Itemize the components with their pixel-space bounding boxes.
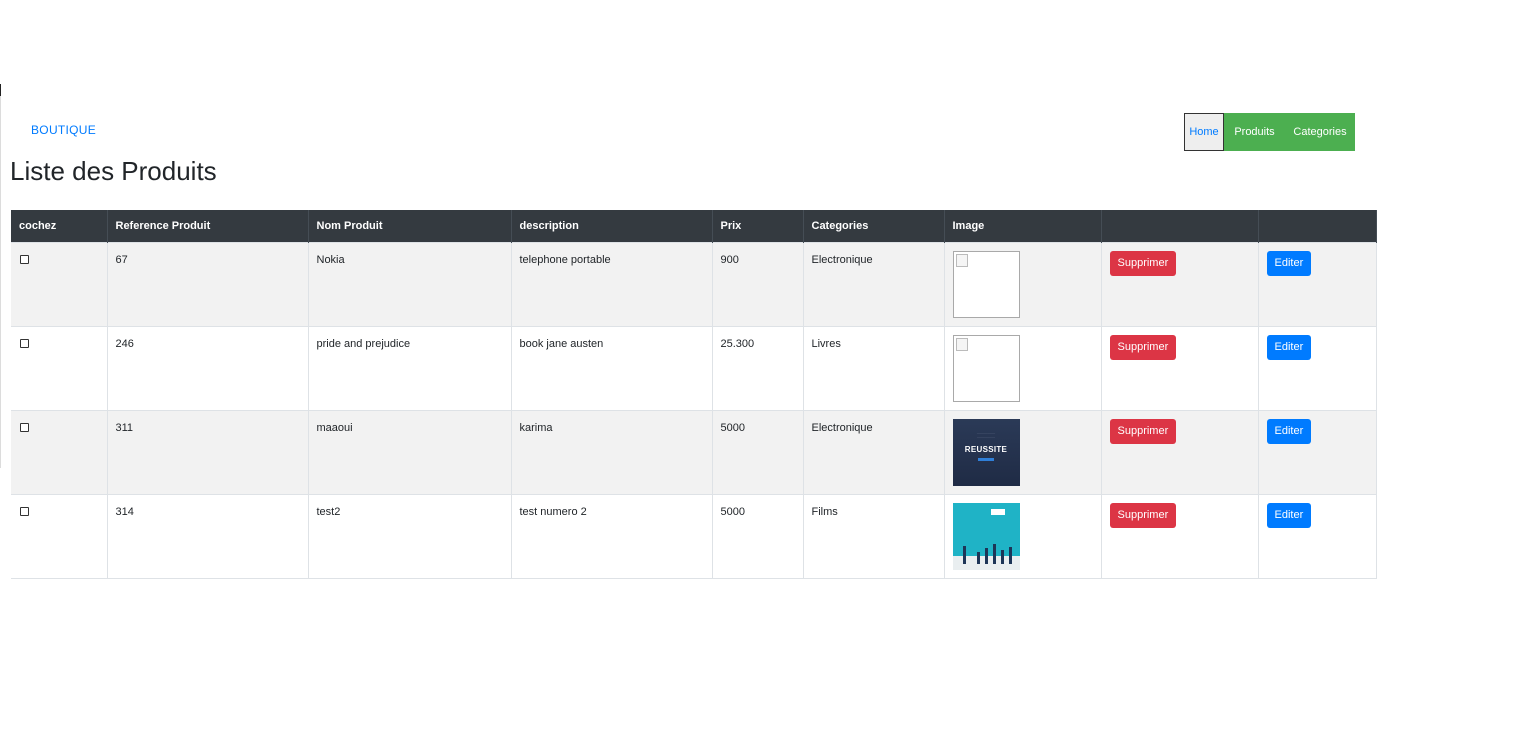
cell-image — [944, 325, 1102, 410]
cell-nom: maaoui — [308, 409, 512, 494]
editer-button[interactable]: Editer — [1266, 418, 1312, 444]
cell-description: karima — [511, 409, 713, 494]
cell-prix: 5000 — [712, 493, 804, 579]
page: BOUTIQUE Home Produits Categories Liste … — [0, 0, 1540, 730]
editer-button[interactable]: Editer — [1266, 334, 1312, 360]
broken-image-icon — [952, 250, 1020, 318]
supprimer-button[interactable]: Supprimer — [1109, 502, 1177, 528]
cell-categorie: Films — [803, 493, 945, 579]
editer-button[interactable]: Editer — [1266, 502, 1312, 528]
table-row: 311 maaoui karima 5000 Electronique ····… — [11, 409, 1377, 494]
image-text: REUSSITE — [964, 444, 1008, 454]
row-checkbox[interactable] — [20, 254, 29, 264]
cell-image — [944, 241, 1102, 326]
cell-edit: Editer — [1258, 325, 1377, 410]
cell-reference: 311 — [107, 409, 309, 494]
cell-reference: 246 — [107, 325, 309, 410]
top-nav: Home Produits Categories — [1184, 113, 1355, 151]
header-categories: Categories — [803, 210, 945, 242]
cell-reference: 314 — [107, 493, 309, 579]
broken-image-icon — [952, 334, 1020, 402]
row-checkbox[interactable] — [20, 422, 29, 432]
header-nom: Nom Produit — [308, 210, 512, 242]
row-checkbox[interactable] — [20, 506, 29, 516]
cell-description: telephone portable — [511, 241, 713, 326]
nav-categories[interactable]: Categories — [1285, 113, 1355, 151]
header-description: description — [511, 210, 713, 242]
cell-prix: 900 — [712, 241, 804, 326]
brand-link[interactable]: BOUTIQUE — [31, 123, 96, 137]
cell-image: ·········· ········ ········ ·········· R… — [944, 409, 1102, 494]
cell-nom: test2 — [308, 493, 512, 579]
cell-edit: Editer — [1258, 409, 1377, 494]
cell-checkbox — [11, 325, 108, 410]
nav-produits[interactable]: Produits — [1224, 113, 1285, 151]
page-title: Liste des Produits — [10, 156, 217, 186]
cell-checkbox — [11, 241, 108, 326]
header-edit — [1258, 210, 1377, 242]
product-image — [952, 502, 1020, 570]
cell-categorie: Electronique — [803, 409, 945, 494]
cell-checkbox — [11, 409, 108, 494]
product-image: ·········· ········ ········ ·········· R… — [952, 418, 1020, 486]
header-prix: Prix — [712, 210, 804, 242]
cell-edit: Editer — [1258, 241, 1377, 326]
cell-reference: 67 — [107, 241, 309, 326]
editer-button[interactable]: Editer — [1266, 250, 1312, 276]
cell-prix: 5000 — [712, 409, 804, 494]
edge-border — [0, 96, 1, 468]
header-cochez: cochez — [11, 210, 108, 242]
nav-home[interactable]: Home — [1184, 113, 1224, 151]
table-row: 314 test2 test numero 2 5000 Films Suppr… — [11, 493, 1377, 579]
cell-description: book jane austen — [511, 325, 713, 410]
header-delete — [1101, 210, 1259, 242]
header-image: Image — [944, 210, 1102, 242]
cell-delete: Supprimer — [1101, 493, 1259, 579]
cell-delete: Supprimer — [1101, 325, 1259, 410]
edge-marker — [0, 84, 1, 96]
table-row: 67 Nokia telephone portable 900 Electron… — [11, 241, 1377, 326]
cell-nom: pride and prejudice — [308, 325, 512, 410]
cell-delete: Supprimer — [1101, 409, 1259, 494]
row-checkbox[interactable] — [20, 338, 29, 348]
cell-nom: Nokia — [308, 241, 512, 326]
cell-image — [944, 493, 1102, 579]
supprimer-button[interactable]: Supprimer — [1109, 418, 1177, 444]
cell-description: test numero 2 — [511, 493, 713, 579]
cell-edit: Editer — [1258, 493, 1377, 579]
cell-delete: Supprimer — [1101, 241, 1259, 326]
cell-checkbox — [11, 493, 108, 579]
table-row: 246 pride and prejudice book jane austen… — [11, 325, 1377, 410]
cell-categorie: Livres — [803, 325, 945, 410]
header-reference: Reference Produit — [107, 210, 309, 242]
supprimer-button[interactable]: Supprimer — [1109, 334, 1177, 360]
table-header-row: cochez Reference Produit Nom Produit des… — [11, 210, 1377, 242]
products-table: cochez Reference Produit Nom Produit des… — [11, 210, 1377, 579]
cell-prix: 25.300 — [712, 325, 804, 410]
cell-categorie: Electronique — [803, 241, 945, 326]
supprimer-button[interactable]: Supprimer — [1109, 250, 1177, 276]
